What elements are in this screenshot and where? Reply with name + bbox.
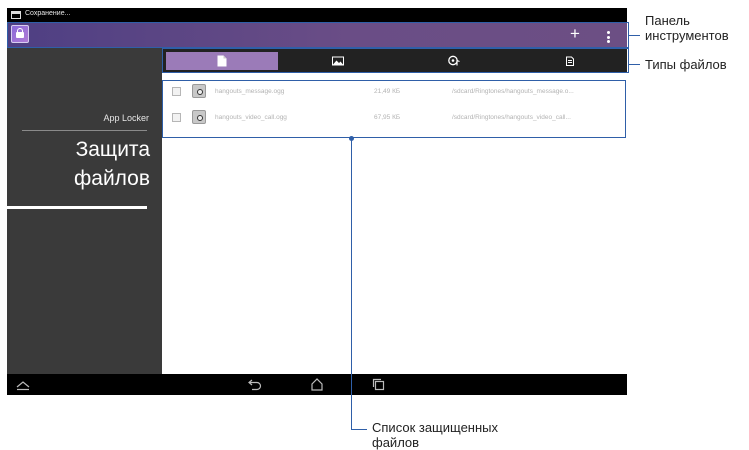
section-title-line1: Защита [75, 138, 150, 161]
hide-bar-icon[interactable] [15, 377, 31, 391]
callout-line [351, 138, 352, 430]
toolbar-highlight [7, 22, 629, 48]
back-icon[interactable] [247, 377, 263, 391]
callout-toolbar: Панель инструментов [645, 13, 729, 43]
sidebar: App Locker Защита файлов [7, 48, 162, 374]
file-types-highlight [162, 48, 629, 73]
callout-line [629, 64, 640, 65]
callout-file-types: Типы файлов [645, 57, 727, 72]
home-icon[interactable] [309, 377, 325, 391]
recent-apps-icon[interactable] [371, 377, 387, 391]
notification-icon [11, 11, 21, 19]
sidebar-divider [22, 130, 147, 131]
callout-file-list: Список защищенных файлов [372, 420, 498, 450]
callout-line [351, 429, 367, 430]
callout-list-line2: файлов [372, 435, 420, 450]
sidebar-item-file-protection[interactable]: Защита файлов [10, 135, 150, 193]
section-title-line2: файлов [73, 167, 150, 190]
status-bar: Сохранение... [7, 8, 627, 22]
file-list-highlight [162, 80, 626, 138]
callout-toolbar-line2: инструментов [645, 28, 729, 43]
status-text: Сохранение... [25, 10, 71, 17]
callout-line [629, 35, 640, 36]
sidebar-item-app-locker[interactable]: App Locker [103, 113, 149, 123]
callout-list-line1: Список защищенных [372, 420, 498, 435]
selected-indicator [7, 206, 147, 209]
callout-toolbar-line1: Панель [645, 13, 690, 28]
navigation-bar [7, 374, 627, 395]
